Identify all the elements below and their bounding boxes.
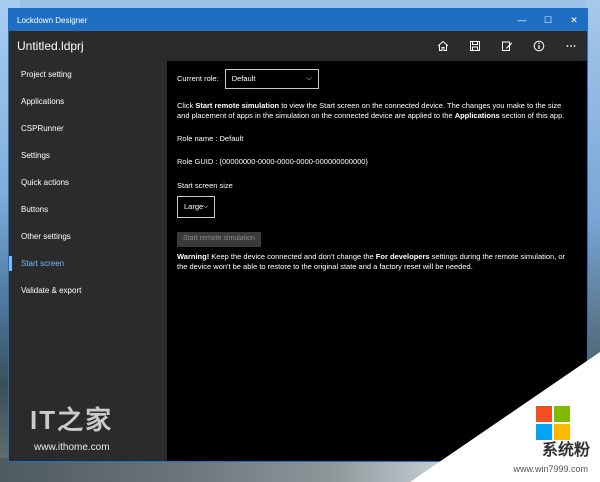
chevron-down-icon: ⌵ xyxy=(306,75,312,83)
edit-icon[interactable] xyxy=(491,31,523,61)
maximize-button[interactable]: ☐ xyxy=(535,9,561,31)
start-remote-simulation-button[interactable]: Start remote simulation xyxy=(177,231,261,247)
sidebar-item-start-screen[interactable]: Start screen xyxy=(9,250,167,277)
site-watermark-url: www.win7999.com xyxy=(513,464,588,474)
info-icon[interactable] xyxy=(523,31,555,61)
sidebar-item-buttons[interactable]: Buttons xyxy=(9,196,167,223)
more-icon[interactable] xyxy=(555,31,587,61)
sidebar-item-project-setting[interactable]: Project setting xyxy=(9,61,167,88)
sidebar-item-quick-actions[interactable]: Quick actions xyxy=(9,169,167,196)
corner-logo-background xyxy=(410,352,600,482)
start-screen-description: Click Start remote simulation to view th… xyxy=(177,101,565,121)
sidebar-item-settings[interactable]: Settings xyxy=(9,142,167,169)
minimize-button[interactable]: — xyxy=(509,9,535,31)
home-icon[interactable] xyxy=(427,31,459,61)
title-bar: Lockdown Designer — ☐ ✕ xyxy=(9,9,587,31)
role-guid-text: Role GUID : {00000000-0000-0000-0000-000… xyxy=(177,157,368,167)
start-screen-size-value: Large xyxy=(184,201,204,211)
current-role-label: Current role: xyxy=(177,73,219,83)
app-bar: Untitled.ldprj xyxy=(9,31,587,61)
current-role-row: Current role: Default ⌵ xyxy=(177,69,577,89)
sidebar-item-cspsrunner[interactable]: CSPRunner xyxy=(9,115,167,142)
sidebar-item-other-settings[interactable]: Other settings xyxy=(9,223,167,250)
save-icon[interactable] xyxy=(459,31,491,61)
start-screen-size-dropdown[interactable]: Large ⌵ xyxy=(177,195,215,218)
window-title: Lockdown Designer xyxy=(17,15,88,25)
site-watermark-name: 系统粉 xyxy=(541,442,590,459)
windows-logo-icon xyxy=(536,406,570,440)
sidebar-item-applications[interactable]: Applications xyxy=(9,88,167,115)
current-role-value: Default xyxy=(231,73,256,83)
document-title: Untitled.ldprj xyxy=(17,39,84,53)
close-button[interactable]: ✕ xyxy=(561,9,587,31)
ithome-watermark-logo: IT之家 xyxy=(30,405,114,435)
warning-text: Warning! Keep the device connected and d… xyxy=(177,251,566,271)
ithome-watermark-url: www.ithome.com xyxy=(34,442,110,453)
role-name-text: Role name : Default xyxy=(177,134,244,144)
chevron-down-icon: ⌵ xyxy=(203,202,209,210)
sidebar-item-validate-export[interactable]: Validate & export xyxy=(9,277,167,304)
start-screen-size-label: Start screen size xyxy=(177,180,233,190)
current-role-dropdown[interactable]: Default ⌵ xyxy=(224,69,319,89)
